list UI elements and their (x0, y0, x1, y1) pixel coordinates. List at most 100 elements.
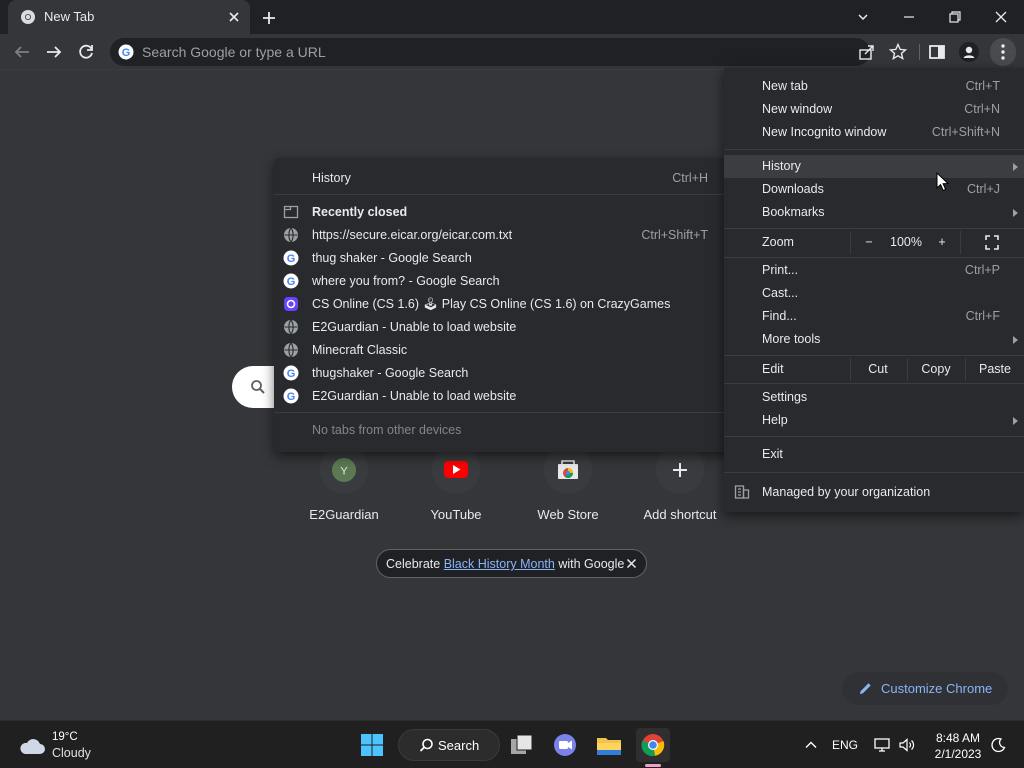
reload-icon[interactable] (75, 41, 97, 63)
bookmark-star-icon[interactable] (887, 41, 909, 63)
back-icon[interactable] (11, 41, 33, 63)
menu-item-shortcut: Ctrl+P (964, 263, 1000, 277)
forward-icon[interactable] (43, 41, 65, 63)
taskbar-search-label: Search (438, 738, 480, 753)
promo-text: Celebrate Black History Month with Googl… (386, 557, 624, 571)
svg-text:G: G (287, 253, 296, 265)
menu-print[interactable]: Print... Ctrl+P (724, 259, 1024, 282)
menu-item-label: Managed by your organization (762, 485, 931, 499)
menu-help[interactable]: Help (724, 409, 1024, 432)
recently-closed-title: https://secure.eicar.org/eicar.com.txt (312, 228, 513, 242)
recently-closed-header: Recently closed (274, 201, 732, 224)
zoom-out-button[interactable]: − (854, 231, 884, 254)
side-panel-icon[interactable] (926, 41, 948, 63)
shortcut-label: YouTube (430, 507, 482, 522)
recently-closed-item[interactable]: E2Guardian - Unable to load website (274, 316, 732, 339)
recently-closed-title: where you from? - Google Search (312, 274, 500, 288)
menu-managed[interactable]: Managed by your organization (724, 481, 1024, 504)
menu-more-tools[interactable]: More tools (724, 328, 1024, 351)
paste-button[interactable]: Paste (966, 358, 1024, 381)
menu-new-incognito[interactable]: New Incognito window Ctrl+Shift+N (724, 121, 1024, 144)
menu-cast[interactable]: Cast... (724, 282, 1024, 305)
customize-label: Customize Chrome (881, 681, 993, 696)
menu-new-window[interactable]: New window Ctrl+N (724, 98, 1024, 121)
svg-text:G: G (287, 368, 296, 380)
clock-time: 8:48 AM (935, 731, 981, 745)
running-indicator (645, 764, 661, 767)
file-explorer-icon[interactable] (592, 728, 626, 762)
moon-icon[interactable] (989, 736, 1007, 754)
restore-icon[interactable] (945, 7, 965, 27)
volume-icon[interactable] (898, 736, 916, 754)
copy-button[interactable]: Copy (908, 358, 964, 381)
promo-link[interactable]: Black History Month (444, 557, 555, 571)
menu-find[interactable]: Find... Ctrl+F (724, 305, 1024, 328)
recently-closed-item[interactable]: Gwhere you from? - Google Search (274, 270, 732, 293)
recently-closed-item[interactable]: Gthugshaker - Google Search (274, 362, 732, 385)
minimize-icon[interactable] (899, 7, 919, 27)
recently-closed-item[interactable]: CS Online (CS 1.6) 🕹 Play CS Online (CS … (274, 293, 732, 316)
taskbar-search-button[interactable]: Search (398, 729, 500, 761)
recently-closed-item[interactable]: G E2Guardian - Unable to load website (274, 385, 732, 408)
menu-vertical-separator (960, 231, 961, 254)
svg-text:G: G (122, 47, 131, 59)
menu-item-label: Downloads (762, 182, 824, 196)
tab-new-tab[interactable]: New Tab (8, 0, 250, 34)
menu-item-label: Zoom (762, 235, 794, 249)
shortcut-web-store[interactable]: Web Store (512, 446, 624, 526)
chrome-taskbar-icon[interactable] (636, 728, 670, 762)
fullscreen-icon[interactable] (980, 231, 1004, 254)
menu-new-tab[interactable]: New tab Ctrl+T (724, 75, 1024, 98)
cut-button[interactable]: Cut (851, 358, 905, 381)
shortcut-e2guardian[interactable]: Y E2Guardian (288, 446, 400, 526)
shortcut-youtube[interactable]: YouTube (400, 446, 512, 526)
zoom-in-button[interactable]: + (928, 231, 956, 254)
menu-downloads[interactable]: Downloads Ctrl+J (724, 178, 1024, 201)
shortcut-add[interactable]: Add shortcut (624, 446, 736, 526)
close-tab-icon[interactable] (226, 9, 242, 25)
customize-chrome-button[interactable]: Customize Chrome (842, 672, 1008, 705)
menu-settings[interactable]: Settings (724, 386, 1024, 409)
omnibox[interactable]: G (110, 38, 870, 66)
menu-item-label: Settings (762, 390, 808, 404)
menu-history[interactable]: History (724, 155, 1024, 178)
tab-window-icon (283, 204, 299, 220)
menu-item-shortcut: Ctrl+F (965, 309, 1000, 323)
history-menu-item[interactable]: History Ctrl+H (274, 167, 732, 190)
teams-chat-icon[interactable] (548, 728, 582, 762)
pencil-icon (858, 681, 873, 696)
other-devices-label: No tabs from other devices (312, 423, 462, 437)
recently-closed-item[interactable]: https://secure.eicar.org/eicar.com.txt Ct… (274, 224, 732, 247)
recently-closed-title: thugshaker - Google Search (312, 366, 469, 380)
recently-closed-item[interactable]: Minecraft Classic (274, 339, 732, 362)
tab-search-icon[interactable] (853, 7, 873, 27)
recently-closed-shortcut: Ctrl+Shift+T (641, 228, 708, 242)
profile-avatar-icon[interactable] (958, 41, 980, 63)
close-window-icon[interactable] (991, 7, 1011, 27)
close-promo-icon[interactable] (625, 557, 638, 570)
tab-title: New Tab (44, 9, 95, 24)
history-label: History (312, 171, 351, 185)
menu-bookmarks[interactable]: Bookmarks (724, 201, 1024, 224)
task-view-icon[interactable] (505, 728, 539, 762)
network-icon[interactable] (873, 736, 891, 754)
omnibox-input[interactable] (142, 42, 842, 62)
crazygames-icon (283, 296, 299, 312)
chevron-up-icon[interactable] (803, 737, 819, 753)
weather-temp: 19°C (52, 731, 78, 743)
recently-closed-title: thug shaker - Google Search (312, 251, 472, 265)
menu-exit[interactable]: Exit (724, 443, 1024, 466)
language-indicator[interactable]: ENG (832, 738, 858, 752)
clock-date: 2/1/2023 (934, 747, 982, 761)
chrome-menu-button[interactable] (990, 38, 1016, 66)
start-button[interactable] (355, 728, 389, 762)
new-tab-button[interactable] (258, 7, 280, 29)
recently-closed-item[interactable]: Gthug shaker - Google Search (274, 247, 732, 270)
system-clock[interactable]: 8:48 AM 2/1/2023 (928, 730, 988, 762)
menu-item-label: Bookmarks (762, 205, 825, 219)
svg-text:G: G (287, 391, 296, 403)
menu-separator (274, 412, 732, 413)
svg-text:G: G (287, 276, 296, 288)
submenu-arrow-icon (1013, 336, 1018, 344)
share-icon[interactable] (856, 41, 878, 63)
